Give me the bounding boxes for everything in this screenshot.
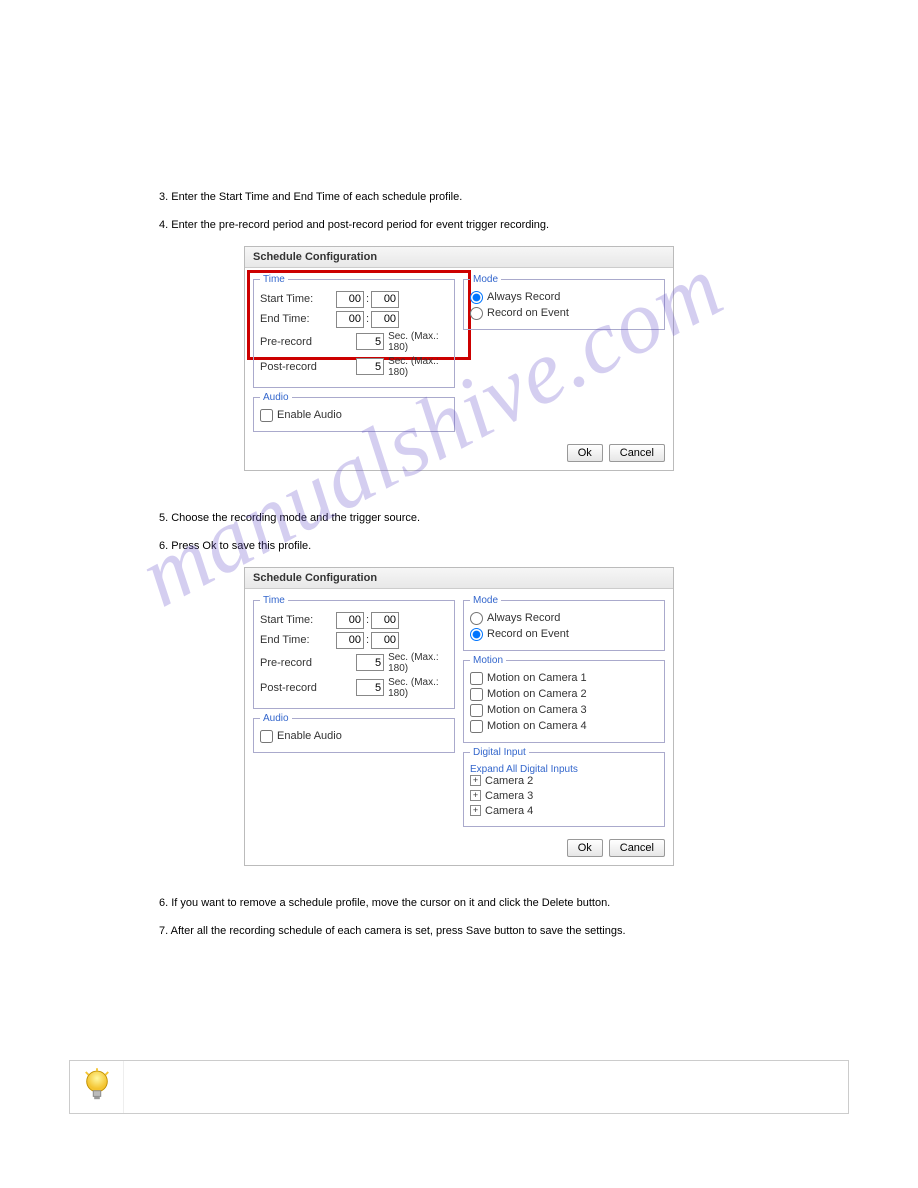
motion-cam3-checkbox[interactable] [470,704,483,717]
end-hour-input[interactable] [336,311,364,328]
record-on-event-radio[interactable] [470,628,483,641]
start-time-label: Start Time: [260,614,336,626]
audio-legend: Audio [260,392,292,403]
post-suffix: Sec. (Max.: 180) [388,356,448,378]
expand-icon[interactable]: + [470,790,481,801]
ok-button[interactable]: Ok [567,444,603,462]
step-6a-text: 6. Press Ok to save this profile. [159,539,759,555]
post-suffix: Sec. (Max.: 180) [388,677,448,699]
enable-audio-checkbox[interactable] [260,730,273,743]
step-5-text: 5. Choose the recording mode and the tri… [159,511,759,527]
expand-icon[interactable]: + [470,805,481,816]
digital-cam3-label: Camera 3 [485,790,533,802]
post-record-input[interactable] [356,358,384,375]
expand-icon[interactable]: + [470,775,481,786]
enable-audio-checkbox[interactable] [260,409,273,422]
pre-record-label: Pre-record [260,657,322,669]
audio-fieldset: Audio Enable Audio [253,713,455,753]
mode-fieldset: Mode Always Record Record on Event [463,274,665,330]
digital-legend: Digital Input [470,747,529,758]
digital-cam4-label: Camera 4 [485,805,533,817]
enable-audio-label: Enable Audio [277,409,342,421]
schedule-config-dialog-1: Schedule Configuration Time Start Time: … [244,246,674,471]
start-time-label: Start Time: [260,293,336,305]
end-min-input[interactable] [371,311,399,328]
enable-audio-label: Enable Audio [277,730,342,742]
time-legend: Time [260,274,288,285]
step-3-text: 3. Enter the Start Time and End Time of … [159,190,759,206]
always-record-radio[interactable] [470,291,483,304]
post-record-label: Post-record [260,682,322,694]
record-on-event-label: Record on Event [487,307,569,319]
expand-all-link[interactable]: Expand All Digital Inputs [470,764,658,775]
start-hour-input[interactable] [336,612,364,629]
audio-fieldset: Audio Enable Audio [253,392,455,432]
step-4-text: 4. Enter the pre-record period and post-… [159,218,759,234]
time-colon: : [366,634,369,646]
time-colon: : [366,614,369,626]
dialog-title: Schedule Configuration [245,568,673,589]
tip-box [69,1060,849,1114]
motion-cam2-checkbox[interactable] [470,688,483,701]
start-hour-input[interactable] [336,291,364,308]
cancel-button[interactable]: Cancel [609,839,665,857]
time-legend: Time [260,595,288,606]
mode-legend: Mode [470,274,501,285]
end-min-input[interactable] [371,632,399,649]
ok-button[interactable]: Ok [567,839,603,857]
pre-suffix: Sec. (Max.: 180) [388,331,448,353]
pre-record-input[interactable] [356,333,384,350]
mode-fieldset: Mode Always Record Record on Event [463,595,665,651]
time-colon: : [366,293,369,305]
post-record-label: Post-record [260,361,322,373]
digital-input-fieldset: Digital Input Expand All Digital Inputs … [463,747,665,827]
motion-cam4-checkbox[interactable] [470,720,483,733]
start-min-input[interactable] [371,612,399,629]
pre-suffix: Sec. (Max.: 180) [388,652,448,674]
digital-cam2-label: Camera 2 [485,775,533,787]
dialog-title: Schedule Configuration [245,247,673,268]
step-7-text: 7. After all the recording schedule of e… [159,924,759,940]
motion-cam1-checkbox[interactable] [470,672,483,685]
motion-legend: Motion [470,655,506,666]
motion-fieldset: Motion Motion on Camera 1 Motion on Came… [463,655,665,743]
post-record-input[interactable] [356,679,384,696]
always-record-label: Always Record [487,291,560,303]
mode-legend: Mode [470,595,501,606]
time-fieldset: Time Start Time: : End Time: : [253,274,455,388]
record-on-event-radio[interactable] [470,307,483,320]
end-time-label: End Time: [260,634,336,646]
lightbulb-icon [70,1061,124,1113]
motion-cam2-label: Motion on Camera 2 [487,688,587,700]
pre-record-input[interactable] [356,654,384,671]
end-time-label: End Time: [260,313,336,325]
schedule-config-dialog-2: Schedule Configuration Time Start Time: … [244,567,674,866]
start-min-input[interactable] [371,291,399,308]
motion-cam1-label: Motion on Camera 1 [487,672,587,684]
page: 3. Enter the Start Time and End Time of … [0,0,918,1154]
motion-cam4-label: Motion on Camera 4 [487,720,587,732]
pre-record-label: Pre-record [260,336,322,348]
cancel-button[interactable]: Cancel [609,444,665,462]
time-fieldset: Time Start Time: : End Time: : [253,595,455,709]
time-colon: : [366,313,369,325]
step-6b-text: 6. If you want to remove a schedule prof… [159,896,759,912]
end-hour-input[interactable] [336,632,364,649]
always-record-radio[interactable] [470,612,483,625]
record-on-event-label: Record on Event [487,628,569,640]
always-record-label: Always Record [487,612,560,624]
motion-cam3-label: Motion on Camera 3 [487,704,587,716]
audio-legend: Audio [260,713,292,724]
